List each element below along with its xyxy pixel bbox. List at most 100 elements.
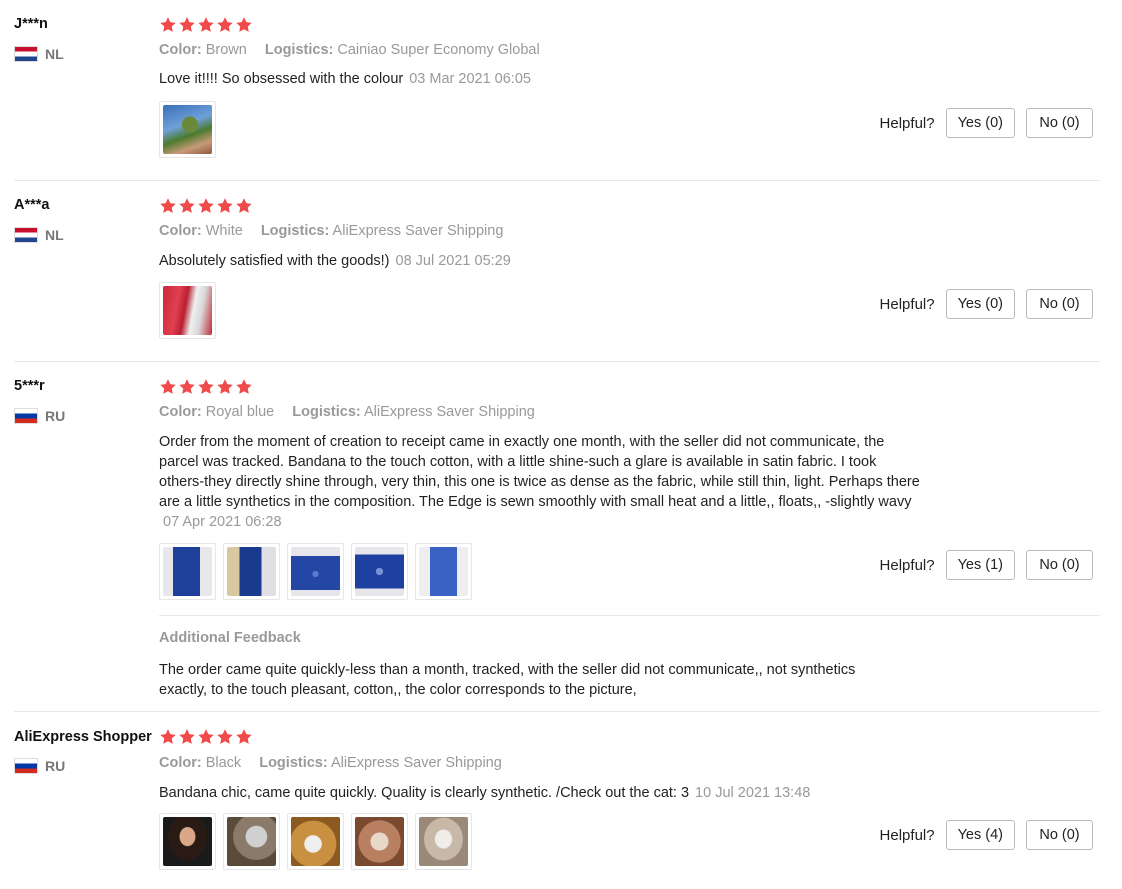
review-photo[interactable]	[159, 282, 216, 339]
photo-cat-2-image	[291, 817, 340, 866]
helpful-votes: Helpful? Yes (0) No (0)	[880, 108, 1093, 138]
helpful-yes-button[interactable]: Yes (4)	[945, 820, 1015, 850]
review-body: Love it!!!! So obsessed with the colour	[159, 71, 404, 87]
star-icon	[216, 197, 234, 215]
review-photo[interactable]	[415, 543, 472, 600]
star-rating	[159, 726, 1099, 748]
photo-woman-outdoors-image	[163, 105, 212, 154]
helpful-votes: Helpful? Yes (0) No (0)	[880, 289, 1093, 319]
helpful-votes: Helpful? Yes (4) No (0)	[880, 820, 1093, 850]
review-item: AliExpress Shopper RU Color: Black Logis…	[14, 712, 1100, 889]
review-photo[interactable]	[159, 813, 216, 870]
star-icon	[235, 728, 253, 746]
helpful-no-button[interactable]: No (0)	[1026, 550, 1093, 580]
photo-cat-3-image	[355, 817, 404, 866]
russia-flag-icon	[14, 758, 38, 774]
logistics-label: Logistics:	[264, 42, 334, 58]
netherlands-flag-icon	[14, 46, 38, 62]
photo-girl-selfie-image	[163, 817, 212, 866]
color-label: Color:	[159, 755, 202, 771]
helpful-label: Helpful?	[879, 114, 935, 132]
photo-blue-bandana-5-image	[419, 547, 468, 596]
review-date: 03 Mar 2021 06:05	[409, 71, 531, 87]
review-date: 10 Jul 2021 13:48	[695, 785, 811, 801]
star-icon	[235, 16, 253, 34]
review-text: Bandana chic, came quite quickly. Qualit…	[159, 783, 1019, 803]
country-code: NL	[45, 227, 64, 243]
star-icon	[216, 728, 234, 746]
review-photo[interactable]	[159, 101, 216, 158]
star-icon	[235, 378, 253, 396]
helpful-yes-button[interactable]: Yes (0)	[945, 289, 1015, 319]
helpful-label: Helpful?	[879, 295, 935, 313]
star-icon	[178, 197, 196, 215]
country-code: RU	[45, 408, 66, 424]
review-photo[interactable]	[415, 813, 472, 870]
review-date: 08 Jul 2021 05:29	[395, 253, 511, 269]
review-item: J***n NL Color: Brown Logistics: Cainiao…	[14, 0, 1100, 181]
review-body-line: are a little synthetics in the compositi…	[159, 494, 912, 510]
helpful-yes-button[interactable]: Yes (1)	[945, 550, 1015, 580]
star-rating	[159, 376, 1099, 398]
helpful-no-button[interactable]: No (0)	[1026, 108, 1093, 138]
helpful-votes: Helpful? Yes (1) No (0)	[880, 550, 1093, 580]
color-label: Color:	[159, 42, 202, 58]
review-content: Color: Brown Logistics: Cainiao Super Ec…	[159, 14, 1099, 174]
photo-blue-bandana-2-image	[227, 547, 276, 596]
photo-blue-bandana-1-image	[163, 547, 212, 596]
helpful-no-button[interactable]: No (0)	[1026, 820, 1093, 850]
logistics-value: AliExpress Saver Shipping	[330, 755, 502, 771]
review-photos	[159, 101, 216, 158]
star-rating	[159, 14, 1099, 36]
country-code: RU	[45, 758, 66, 774]
review-date: 07 Apr 2021 06:28	[163, 514, 282, 530]
logistics-label: Logistics:	[260, 223, 330, 239]
review-photos	[159, 282, 216, 339]
review-content: Color: Black Logistics: AliExpress Saver…	[159, 726, 1099, 886]
color-value: Brown	[205, 42, 247, 58]
buyer-name: 5***r	[14, 378, 45, 394]
logistics-value: AliExpress Saver Shipping	[363, 404, 535, 420]
logistics-label: Logistics:	[292, 404, 361, 420]
country-code: NL	[45, 46, 64, 62]
review-photo[interactable]	[223, 813, 280, 870]
helpful-yes-button[interactable]: Yes (0)	[945, 108, 1015, 138]
review-photo[interactable]	[287, 813, 344, 870]
star-icon	[235, 197, 253, 215]
review-photos	[159, 813, 472, 870]
additional-feedback-divider	[159, 615, 1100, 616]
star-icon	[216, 378, 234, 396]
review-text: Order from the moment of creation to rec…	[159, 432, 999, 532]
review-item: 5***r RU Color: Royal blue Logistics: Al…	[14, 362, 1100, 712]
star-icon	[197, 728, 215, 746]
star-icon	[197, 378, 215, 396]
review-photo[interactable]	[287, 543, 344, 600]
logistics-label: Logistics:	[259, 755, 328, 771]
color-value: White	[205, 223, 243, 239]
star-icon	[178, 16, 196, 34]
review-photo[interactable]	[351, 543, 408, 600]
color-value: Royal blue	[205, 404, 275, 420]
additional-feedback-line: exactly, to the touch pleasant, cotton,,…	[159, 682, 637, 698]
color-label: Color:	[159, 223, 202, 239]
photo-red-bandana-image	[163, 286, 212, 335]
netherlands-flag-icon	[14, 227, 38, 243]
logistics-value: AliExpress Saver Shipping	[332, 223, 504, 239]
review-content: Color: White Logistics: AliExpress Saver…	[159, 195, 1099, 355]
review-body: Bandana chic, came quite quickly. Qualit…	[159, 785, 690, 801]
helpful-no-button[interactable]: No (0)	[1026, 289, 1093, 319]
star-icon	[178, 728, 196, 746]
review-text: Love it!!!! So obsessed with the colour 0…	[159, 69, 989, 89]
buyer-name: A***a	[14, 197, 50, 213]
photo-blue-bandana-4-image	[355, 547, 404, 596]
star-icon	[159, 197, 177, 215]
review-photo[interactable]	[223, 543, 280, 600]
buyer-name: AliExpress Shopper	[14, 729, 152, 745]
review-photo[interactable]	[159, 543, 216, 600]
review-photo[interactable]	[351, 813, 408, 870]
review-body-line: Order from the moment of creation to rec…	[159, 434, 885, 450]
photo-cat-4-image	[419, 817, 468, 866]
buyer-country: RU	[14, 408, 65, 424]
star-icon	[159, 16, 177, 34]
logistics-value: Cainiao Super Economy Global	[337, 42, 540, 58]
